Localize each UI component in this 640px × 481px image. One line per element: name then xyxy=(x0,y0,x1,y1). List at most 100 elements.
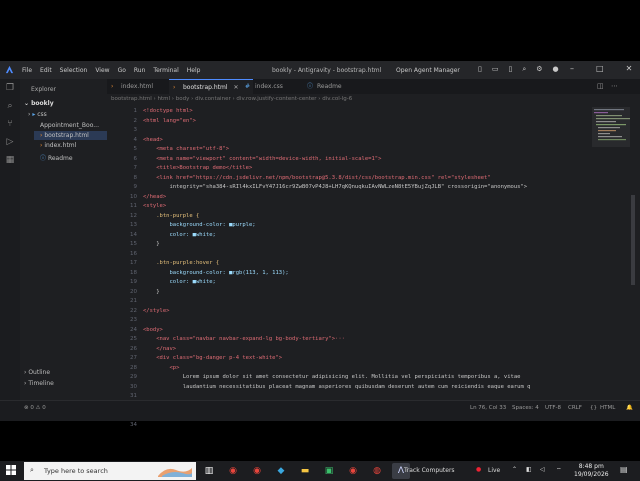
code-line[interactable]: } xyxy=(143,288,613,298)
layout-right-icon[interactable]: ▯ xyxy=(508,65,512,74)
app-green-icon[interactable]: ▣ xyxy=(320,463,338,479)
menu-go[interactable]: Go xyxy=(118,67,126,74)
settings-icon[interactable]: ⚙ xyxy=(536,65,542,74)
menu-help[interactable]: Help xyxy=(187,67,201,74)
cursor-position[interactable]: Ln 76, Col 33 xyxy=(470,405,506,411)
code-line[interactable] xyxy=(143,126,613,136)
code-line[interactable]: laudantium necessitatibus placeat magnam… xyxy=(143,383,613,393)
account-icon[interactable]: ● xyxy=(553,65,559,74)
menu-run[interactable]: Run xyxy=(134,67,146,74)
live-label[interactable]: Live xyxy=(488,467,500,474)
menu-selection[interactable]: Selection xyxy=(60,67,88,74)
chrome-icon[interactable]: ◉ xyxy=(224,463,242,479)
folder-root[interactable]: ⌄ bookly xyxy=(24,100,54,107)
breadcrumb-item[interactable]: bootstrap.html xyxy=(111,96,152,102)
indent-status[interactable]: Spaces: 4 xyxy=(512,405,539,411)
encoding-status[interactable]: UTF-8 xyxy=(545,405,561,411)
explorer-icon[interactable]: ❐ xyxy=(0,79,20,97)
code-line[interactable]: color: ■white; xyxy=(143,231,613,241)
code-line[interactable]: </nav> xyxy=(143,345,613,355)
taskbar-search-box[interactable]: ⌕ Type here to search xyxy=(24,462,196,480)
code-line[interactable]: <title>Bootstrap demo</title> xyxy=(143,164,613,174)
extensions-icon[interactable]: ▦ xyxy=(0,151,20,169)
close-icon[interactable]: ✕ xyxy=(626,64,633,73)
chrome-alt-icon[interactable]: ◉ xyxy=(344,463,362,479)
code-line[interactable]: <head> xyxy=(143,136,613,146)
code-line[interactable]: Lorem ipsum dolor sit amet consectetur a… xyxy=(143,373,613,383)
breadcrumb-item[interactable]: div.row.justify-content-center xyxy=(236,96,316,102)
windows-start-icon[interactable] xyxy=(6,465,16,475)
people-icon[interactable]: ⌃ xyxy=(512,466,517,473)
code-line[interactable]: background-color: ■purple; xyxy=(143,221,613,231)
menu-edit[interactable]: Edit xyxy=(40,67,52,74)
chrome-profile-icon[interactable]: ◉ xyxy=(248,463,266,479)
breadcrumb-item[interactable]: div.container xyxy=(195,96,231,102)
menu-view[interactable]: View xyxy=(95,67,109,74)
search-view-icon[interactable]: ⌕ xyxy=(0,97,20,115)
code-line[interactable]: <p> xyxy=(143,364,613,374)
breadcrumb-item[interactable]: html xyxy=(158,96,171,102)
code-line[interactable]: </head> xyxy=(143,193,613,203)
layout-panel-icon[interactable]: ▭ xyxy=(492,65,499,74)
layout-sidebar-icon[interactable]: ▯ xyxy=(478,65,482,74)
file-explorer-icon[interactable]: ▬ xyxy=(296,463,314,479)
sidebar-item-readme[interactable]: ⓘ Readme xyxy=(40,153,73,162)
maximize-icon[interactable]: □ xyxy=(596,64,604,73)
code-line[interactable]: } xyxy=(143,240,613,250)
code-editor[interactable]: <!doctype html> <html lang="en"> <head> <m… xyxy=(143,107,613,392)
problems-status[interactable]: ⊗ 0 ⚠ 0 xyxy=(24,405,46,411)
language-mode[interactable]: HTML xyxy=(600,405,615,411)
app-icon[interactable]: ◆ xyxy=(272,463,290,479)
code-line[interactable]: integrity="sha384-sRIl4kxILFvY47J16cr9Zw… xyxy=(143,183,613,193)
code-line[interactable]: <!doctype html> xyxy=(143,107,613,117)
task-view-icon[interactable]: ▥ xyxy=(200,463,218,479)
code-line[interactable]: .btn-purple:hover { xyxy=(143,259,613,269)
volume-icon[interactable]: ◁ xyxy=(540,466,545,473)
notifications-icon[interactable]: 🔔 xyxy=(626,405,633,411)
track-computers-label[interactable]: Track Computers xyxy=(404,467,455,474)
tab-readme[interactable]: ⓘ Readme xyxy=(303,79,373,94)
sidebar-item-css[interactable]: › ▸ css xyxy=(28,111,47,118)
more-actions-icon[interactable]: ⋯ xyxy=(611,82,618,90)
code-line[interactable]: <nav class="navbar navbar-expand-lg bg-b… xyxy=(143,335,613,345)
code-line[interactable]: .btn-purple { xyxy=(143,212,613,222)
sidebar-item-index[interactable]: › index.html xyxy=(40,142,76,149)
sidebar-item-appointment[interactable]: Appointment_Boo... xyxy=(40,122,106,129)
code-line[interactable]: <meta name="viewport" content="width=dev… xyxy=(143,155,613,165)
code-line[interactable]: <div class="bg-danger p-4 text-white"> xyxy=(143,354,613,364)
app-red-icon[interactable]: ◍ xyxy=(368,463,386,479)
run-debug-icon[interactable]: ▷ xyxy=(0,133,20,151)
tab-close-icon[interactable]: ✕ xyxy=(233,84,238,91)
timeline-section[interactable]: › Timeline xyxy=(24,380,54,387)
code-line[interactable] xyxy=(143,316,613,326)
sidebar-item-bootstrap[interactable]: › bootstrap.html xyxy=(34,131,113,140)
outline-section[interactable]: › Outline xyxy=(24,369,50,376)
code-line[interactable]: <link href="https://cdn.jsdelivr.net/npm… xyxy=(143,174,613,184)
breadcrumb: bootstrap.html › html › body › div.conta… xyxy=(111,96,353,102)
code-line[interactable] xyxy=(143,250,613,260)
notification-center-icon[interactable]: ▤ xyxy=(620,465,628,474)
code-line[interactable]: </style> xyxy=(143,307,613,317)
eol-status[interactable]: CRLF xyxy=(568,405,582,411)
menu-terminal[interactable]: Terminal xyxy=(153,67,178,74)
wifi-icon[interactable]: ⌔ xyxy=(556,466,562,474)
editor-scrollbar[interactable] xyxy=(631,195,635,285)
code-line[interactable]: <html lang="en"> xyxy=(143,117,613,127)
taskbar-clock[interactable]: 8:48 pm 19/09/2026 xyxy=(574,463,609,479)
code-line[interactable]: background-color: ■rgb(113, 1, 113); xyxy=(143,269,613,279)
code-line[interactable] xyxy=(143,297,613,307)
breadcrumb-item[interactable]: body xyxy=(176,96,190,102)
open-agent-manager-button[interactable]: Open Agent Manager xyxy=(396,67,460,74)
search-icon[interactable]: ⌕ xyxy=(522,65,526,74)
minimap[interactable] xyxy=(592,107,630,397)
split-editor-icon[interactable]: ◫ xyxy=(597,82,604,90)
source-control-icon[interactable]: ⑂ xyxy=(0,115,20,133)
minimize-icon[interactable]: – xyxy=(570,64,574,73)
breadcrumb-item[interactable]: div.col-lg-6 xyxy=(322,96,352,102)
code-line[interactable]: color: ■white; xyxy=(143,278,613,288)
network-icon[interactable]: ◧ xyxy=(526,466,532,473)
code-line[interactable]: <meta charset="utf-8"> xyxy=(143,145,613,155)
code-line[interactable]: <style> xyxy=(143,202,613,212)
menu-file[interactable]: File xyxy=(22,67,32,74)
code-line[interactable]: <body> xyxy=(143,326,613,336)
